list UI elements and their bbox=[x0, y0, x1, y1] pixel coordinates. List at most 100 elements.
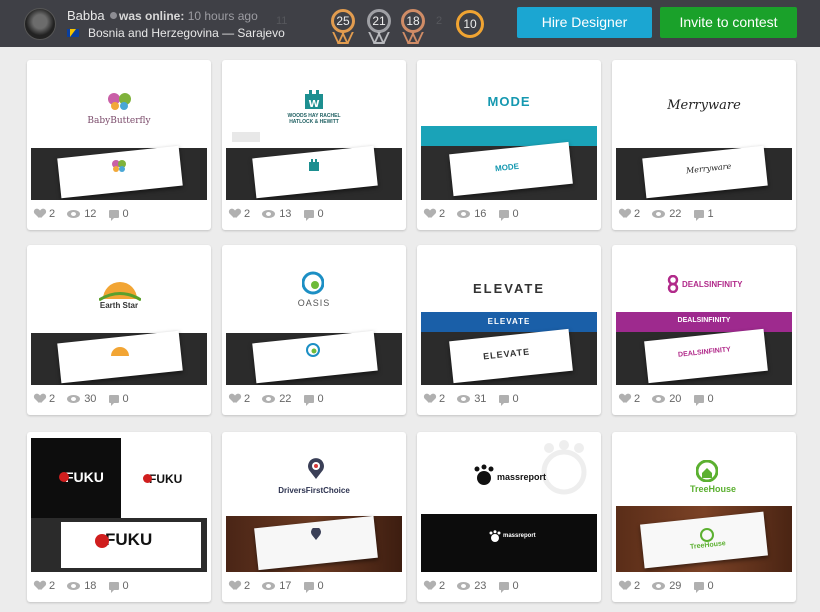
butterfly-mock-icon bbox=[112, 160, 126, 172]
portfolio-card[interactable]: Merryware Merryware 2 22 1 bbox=[612, 60, 796, 230]
hire-designer-button[interactable]: Hire Designer bbox=[517, 7, 652, 38]
heart-icon[interactable] bbox=[620, 394, 630, 403]
eye-icon bbox=[652, 395, 666, 403]
heart-icon[interactable] bbox=[425, 209, 435, 218]
logo-wordmark: MODE bbox=[487, 94, 531, 109]
views-count: 23 bbox=[474, 580, 487, 592]
monogram-mock-icon bbox=[309, 159, 319, 171]
design-stats: 2 23 0 bbox=[425, 580, 519, 593]
tree-house-mock-icon bbox=[700, 528, 714, 542]
comments-count: 0 bbox=[122, 393, 129, 405]
designer-name[interactable]: Babba bbox=[67, 8, 105, 23]
heart-icon[interactable] bbox=[425, 581, 435, 590]
paw-logo-icon bbox=[474, 464, 494, 485]
design-thumbnail[interactable]: BabyButterfly bbox=[31, 60, 207, 200]
header-stats: 11 bbox=[276, 15, 287, 27]
design-thumbnail[interactable]: Merryware Merryware bbox=[616, 60, 792, 200]
comments-count: 0 bbox=[317, 580, 324, 592]
design-thumbnail[interactable]: FUKU FUKU FUKU bbox=[31, 432, 207, 572]
designer-location: Bosnia and Herzegovina — Sarajevo bbox=[88, 26, 285, 40]
eye-icon bbox=[262, 210, 276, 218]
award-badge-silver[interactable]: 21 bbox=[367, 9, 391, 33]
status-dot-icon bbox=[110, 12, 117, 19]
views-count: 22 bbox=[669, 208, 682, 220]
heart-icon[interactable] bbox=[425, 394, 435, 403]
design-thumbnail[interactable]: Earth Star bbox=[31, 245, 207, 385]
logo-wordmark: massreport bbox=[497, 472, 547, 482]
comment-icon[interactable] bbox=[108, 395, 119, 406]
portfolio-card[interactable]: W WOODS HAY RACHEL HATLOCK & HEWITT 2 13… bbox=[222, 60, 406, 230]
logo-wordmark: TreeHouse bbox=[690, 484, 737, 494]
comments-count: 0 bbox=[512, 208, 519, 220]
portfolio-card[interactable]: massreport massreport 2 23 0 bbox=[417, 432, 601, 602]
invite-to-contest-button[interactable]: Invite to contest bbox=[660, 7, 797, 38]
eye-icon bbox=[457, 582, 471, 590]
heart-icon[interactable] bbox=[230, 394, 240, 403]
heart-icon[interactable] bbox=[35, 581, 45, 590]
butterfly-logo-icon bbox=[108, 93, 131, 110]
comment-icon[interactable] bbox=[498, 395, 509, 406]
portfolio-card[interactable]: TreeHouse TreeHouse 2 29 0 bbox=[612, 432, 796, 602]
comment-icon[interactable] bbox=[693, 395, 704, 406]
comment-icon[interactable] bbox=[693, 210, 704, 221]
likes-count: 2 bbox=[49, 393, 56, 405]
views-count: 12 bbox=[84, 208, 97, 220]
logo-mock-wordmark: FUKU bbox=[105, 530, 153, 549]
design-thumbnail[interactable]: TreeHouse TreeHouse bbox=[616, 432, 792, 572]
design-stats: 2 16 0 bbox=[425, 208, 519, 221]
likes-count: 2 bbox=[49, 208, 56, 220]
logo-wordmark: DriversFirstChoice bbox=[278, 486, 350, 495]
comments-count: 0 bbox=[512, 393, 519, 405]
likes-count: 2 bbox=[244, 393, 251, 405]
design-thumbnail[interactable]: OASIS bbox=[226, 245, 402, 385]
badge-count: 25 bbox=[336, 14, 350, 28]
logo-wordmark: Merryware bbox=[667, 98, 741, 113]
level-badge[interactable]: 10 bbox=[456, 10, 484, 38]
likes-count: 2 bbox=[634, 208, 641, 220]
portfolio-card[interactable]: MODE MODE 2 16 0 bbox=[417, 60, 601, 230]
portfolio-card[interactable]: FUKU FUKU FUKU 2 18 0 bbox=[27, 432, 211, 602]
comment-icon[interactable] bbox=[693, 582, 704, 593]
portfolio-card[interactable]: Earth Star 2 30 0 bbox=[27, 245, 211, 415]
comment-icon[interactable] bbox=[108, 582, 119, 593]
header-stat-value-2: 2 bbox=[436, 15, 443, 27]
design-thumbnail[interactable]: massreport massreport bbox=[421, 432, 597, 572]
design-thumbnail[interactable]: DriversFirstChoice bbox=[226, 432, 402, 572]
heart-icon[interactable] bbox=[35, 394, 45, 403]
design-thumbnail[interactable]: MODE MODE bbox=[421, 60, 597, 200]
likes-count: 2 bbox=[244, 208, 251, 220]
portfolio-card[interactable]: BabyButterfly 2 12 0 bbox=[27, 60, 211, 230]
logo-alt-wordmark: FUKU bbox=[149, 472, 183, 486]
eye-icon bbox=[652, 582, 666, 590]
eye-icon bbox=[262, 395, 276, 403]
portfolio-card[interactable]: DEALSINFINITY DEALSINFINITY DEALSINFINIT… bbox=[612, 245, 796, 415]
oasis-logo-icon bbox=[302, 271, 324, 295]
views-count: 16 bbox=[474, 208, 487, 220]
comment-icon[interactable] bbox=[303, 210, 314, 221]
award-badge-bronze[interactable]: 18 bbox=[401, 9, 425, 33]
comment-icon[interactable] bbox=[303, 582, 314, 593]
portfolio-card[interactable]: OASIS 2 22 0 bbox=[222, 245, 406, 415]
logo-band-wordmark: ELEVATE bbox=[487, 317, 531, 326]
views-count: 30 bbox=[84, 393, 97, 405]
heart-icon[interactable] bbox=[35, 209, 45, 218]
avatar[interactable] bbox=[24, 8, 56, 40]
heart-icon[interactable] bbox=[230, 581, 240, 590]
design-thumbnail[interactable]: ELEVATE ELEVATE ELEVATE bbox=[421, 245, 597, 385]
award-badge-gold[interactable]: 25 bbox=[331, 9, 355, 33]
portfolio-card[interactable]: DriversFirstChoice 2 17 0 bbox=[222, 432, 406, 602]
logo-wordmark: DEALSINFINITY bbox=[682, 280, 743, 289]
comment-icon[interactable] bbox=[498, 582, 509, 593]
comment-icon[interactable] bbox=[303, 395, 314, 406]
design-thumbnail[interactable]: DEALSINFINITY DEALSINFINITY DEALSINFINIT… bbox=[616, 245, 792, 385]
heart-icon[interactable] bbox=[620, 581, 630, 590]
heart-icon[interactable] bbox=[230, 209, 240, 218]
comments-count: 1 bbox=[707, 208, 714, 220]
comment-icon[interactable] bbox=[108, 210, 119, 221]
comments-count: 0 bbox=[122, 208, 129, 220]
heart-icon[interactable] bbox=[620, 209, 630, 218]
comment-icon[interactable] bbox=[498, 210, 509, 221]
design-stats: 2 22 1 bbox=[620, 208, 714, 221]
design-thumbnail[interactable]: W WOODS HAY RACHEL HATLOCK & HEWITT bbox=[226, 60, 402, 200]
portfolio-card[interactable]: ELEVATE ELEVATE ELEVATE 2 31 0 bbox=[417, 245, 601, 415]
